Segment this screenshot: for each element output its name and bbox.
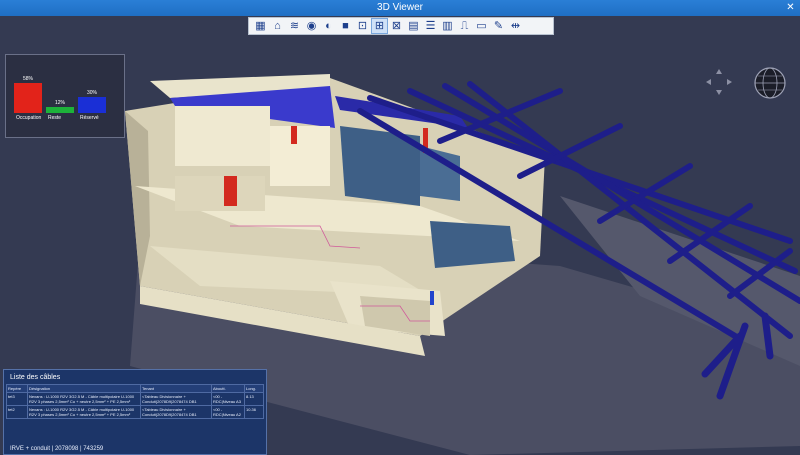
col-designation[interactable]: Désignation xyxy=(27,384,141,393)
table-row[interactable]: tet2 Nexans : U-1000 R2V 3G2.5 M - Câble… xyxy=(6,405,264,419)
fit-view-icon[interactable]: ⊞ xyxy=(371,18,388,34)
interior-room-3 xyxy=(175,176,265,211)
cable-table-header-row: Repère Désignation Tenant Aboutt. Long. xyxy=(6,384,264,393)
cable-status-text: IRVE + conduit | 2078098 | 743259 xyxy=(10,446,104,452)
measure-icon[interactable]: ⎍ xyxy=(457,19,472,33)
bar-label-réservé: Réservé xyxy=(80,115,99,121)
bar-label-occupation: Occupation xyxy=(16,115,42,121)
navigation-sphere-icon[interactable] xyxy=(753,66,787,100)
cube-icon[interactable]: ■ xyxy=(338,19,353,33)
cell-about: <00 - RDC|Niveau A3 xyxy=(211,392,245,406)
print-icon[interactable]: ▭ xyxy=(474,19,489,33)
move-icon[interactable]: ⇹ xyxy=(508,19,523,33)
pan-up-icon xyxy=(716,69,722,74)
close-icon[interactable]: ✕ xyxy=(785,2,796,13)
select-icon[interactable]: ⊠ xyxy=(389,19,404,33)
table-row[interactable]: tet3 Nexans : U-1000 R2V 3G2.5 M - Câble… xyxy=(6,392,264,406)
cell-designation: Nexans : U-1000 R2V 3G2.5 M - Câble mult… xyxy=(27,405,141,419)
door-red-2 xyxy=(291,126,297,144)
cable-list-panel: Liste des câbles Repère Désignation Tena… xyxy=(3,369,267,455)
annotate-icon[interactable]: ✎ xyxy=(491,19,506,33)
clipping-icon[interactable]: ⊡ xyxy=(355,19,370,33)
view-icon[interactable]: ◉ xyxy=(304,19,319,33)
table-icon[interactable]: ▦ xyxy=(253,19,268,33)
interior-room-2 xyxy=(270,126,330,186)
cable-table: Repère Désignation Tenant Aboutt. Long. … xyxy=(6,384,264,419)
col-repere[interactable]: Repère xyxy=(6,384,28,393)
support-leg-2 xyxy=(761,312,774,360)
home-icon[interactable]: ⌂ xyxy=(270,19,285,33)
bar-label-reste: Reste xyxy=(48,115,62,121)
col-tenant[interactable]: Tenant xyxy=(140,384,212,393)
cell-long: 10.36 xyxy=(244,405,264,419)
cell-repere: tet2 xyxy=(6,405,28,419)
pan-down-icon xyxy=(716,90,722,95)
col-about[interactable]: Aboutt. xyxy=(211,384,245,393)
bar-value-reste: 12% xyxy=(55,99,66,106)
bar-occupation xyxy=(14,83,42,113)
cell-tenant: <Tableau Divisionnaire + Conduit(2078D9|… xyxy=(140,392,212,406)
layers-icon[interactable]: ≋ xyxy=(287,19,302,33)
pan-right-icon xyxy=(727,79,732,85)
section-view-icon[interactable]: ◐ xyxy=(321,19,336,33)
bar-reste xyxy=(46,106,74,113)
title-bar: 3D Viewer ✕ xyxy=(0,0,800,16)
3d-viewport[interactable]: 58% Occupation 12% Reste 30% Réservé Liste de… xyxy=(0,36,800,455)
occupation-stats-panel: 58% Occupation 12% Reste 30% Réservé xyxy=(5,54,125,138)
charger-unit xyxy=(430,291,434,305)
col-long[interactable]: Long. xyxy=(244,384,264,393)
bar-réservé xyxy=(78,97,106,113)
grid-icon[interactable]: ▤ xyxy=(406,19,421,33)
pan-left-icon xyxy=(706,79,711,85)
glass-facade-3 xyxy=(430,221,515,268)
properties-icon[interactable]: ☰ xyxy=(423,19,438,33)
cell-tenant: <Tableau Divisionnaire + Conduit(2078D9|… xyxy=(140,405,212,419)
door-red-1 xyxy=(224,176,237,206)
interior-room-1 xyxy=(175,106,270,166)
cable-list-title: Liste des câbles xyxy=(10,374,61,381)
viewer-window: 3D Viewer ✕ ▦ ⌂ ≋ ◉ ◐ ■ ⊡ ⊞ ⊠ ▤ ☰ ▥ ⎍ ▭ ✎ ⇹ xyxy=(0,0,800,455)
bar-value-réservé: 30% xyxy=(87,90,98,97)
pan-arrows-icon[interactable] xyxy=(704,67,734,97)
cell-about: <00 - RDC|Niveau A2 xyxy=(211,405,245,419)
toolbar: ▦ ⌂ ≋ ◉ ◐ ■ ⊡ ⊞ ⊠ ▤ ☰ ▥ ⎍ ▭ ✎ ⇹ xyxy=(248,17,554,35)
chart-icon[interactable]: ▥ xyxy=(440,19,455,33)
cell-repere: tet3 xyxy=(6,392,28,406)
bar-value-occupation: 58% xyxy=(23,76,34,82)
cell-designation: Nexans : U-1000 R2V 3G2.5 M - Câble mult… xyxy=(27,392,141,406)
cell-long: 8.13 xyxy=(244,392,264,406)
window-title: 3D Viewer xyxy=(377,2,423,13)
